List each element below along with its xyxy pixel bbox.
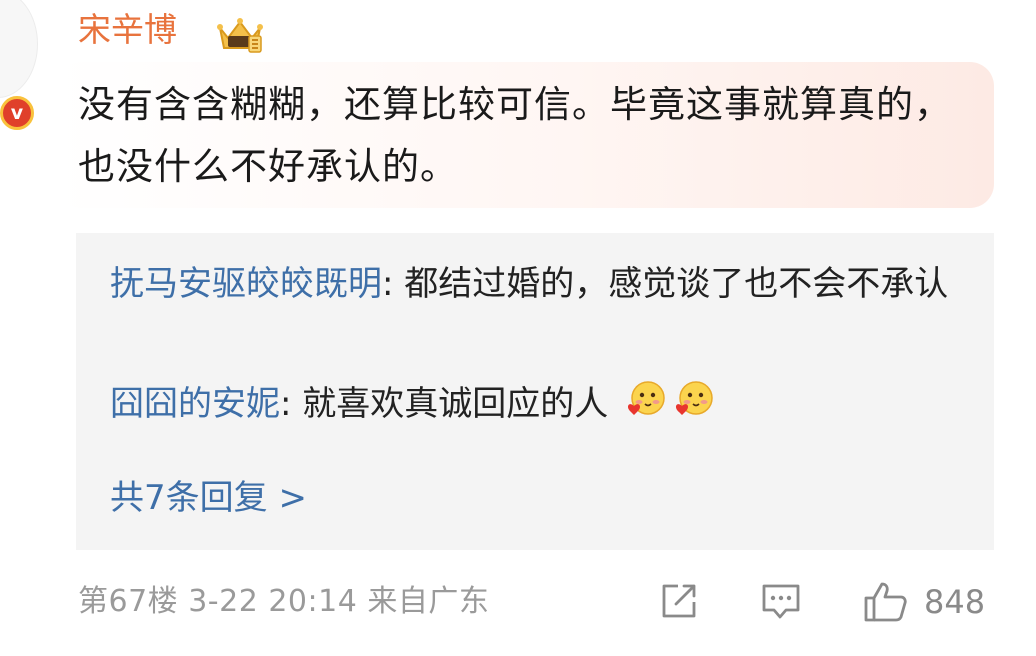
reply-item[interactable]: 抚马安驱皎皎既明: 都结过婚的，感觉谈了也不会不承认 xyxy=(110,259,960,309)
replies-panel[interactable]: 抚马安驱皎皎既明: 都结过婚的，感觉谈了也不会不承认 囧囧的安妮: 就喜欢真诚回… xyxy=(76,233,994,550)
reply-item[interactable]: 囧囧的安妮: 就喜欢真诚回应的人 xyxy=(110,379,960,429)
reply-separator: : xyxy=(280,384,303,424)
like-count: 848 xyxy=(924,583,986,621)
reply-text: 就喜欢真诚回应的人 xyxy=(302,384,609,424)
like-thumbs-up-icon[interactable] xyxy=(862,578,910,626)
reply-text: 都结过婚的，感觉谈了也不会不承认 xyxy=(404,264,949,304)
share-icon[interactable] xyxy=(656,578,702,624)
comment-meta: 第67楼 3-22 20:14 来自广东 xyxy=(78,584,490,619)
reply-separator: : xyxy=(382,264,405,304)
reply-author[interactable]: 囧囧的安妮 xyxy=(110,384,280,424)
comment-icon[interactable] xyxy=(758,578,804,624)
view-all-replies-link[interactable]: 共7条回复 > xyxy=(110,473,307,523)
heart-face-emoji-icon xyxy=(676,381,713,415)
comment-text[interactable]: 没有含含糊糊，还算比较可信。毕竟这事就算真的，也没什么不好承认的。 xyxy=(78,74,978,198)
heart-face-emoji-icon xyxy=(628,381,665,415)
reply-author[interactable]: 抚马安驱皎皎既明 xyxy=(110,264,382,304)
crown-medal-icon[interactable] xyxy=(214,14,266,54)
avatar[interactable] xyxy=(0,0,38,98)
verified-badge-icon: v xyxy=(0,96,34,130)
comment-username[interactable]: 宋辛博 xyxy=(78,10,177,50)
